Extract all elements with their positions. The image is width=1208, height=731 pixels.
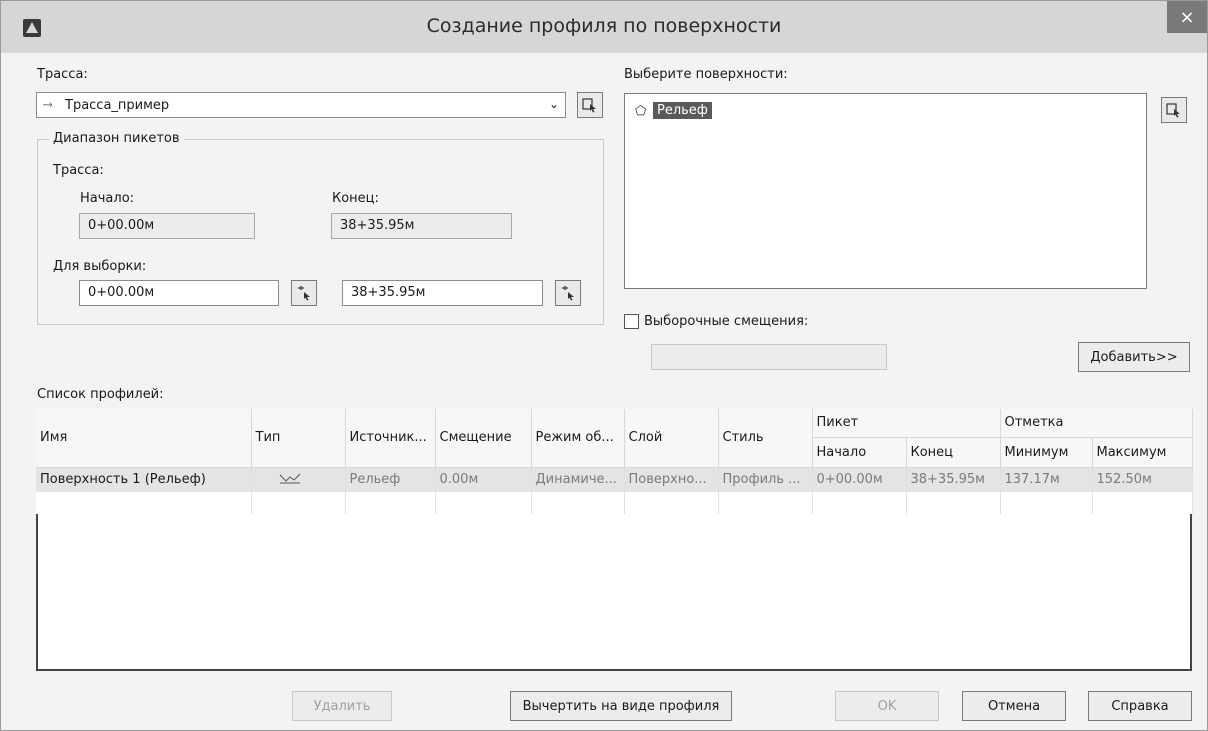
cell-elevation-max: 152.50м — [1092, 467, 1193, 492]
alignment-label: Трасса: — [37, 67, 88, 82]
cell-source: Рельеф — [345, 467, 436, 492]
cell-station-start: 0+00.00м — [812, 467, 907, 492]
sample-end-input[interactable]: 38+35.95м — [342, 280, 543, 306]
profile-list-table: Имя Тип Источник... Смещение Режим об...… — [36, 409, 1193, 514]
pick-station-icon — [562, 286, 574, 301]
cell-elevation-min: 137.17м — [1000, 467, 1093, 492]
pick-sample-start-button[interactable] — [291, 280, 317, 306]
col-elevation-group-header: Отметка — [1000, 409, 1193, 438]
profile-list-label: Список профилей: — [37, 387, 164, 402]
pick-sample-end-button[interactable] — [555, 280, 581, 306]
sample-start-input[interactable]: 0+00.00м — [79, 280, 279, 306]
delete-button[interactable]: Удалить — [292, 691, 392, 721]
cell-name: Поверхность 1 (Рельеф) — [36, 467, 252, 492]
table-row[interactable]: Поверхность 1 (Рельеф) Рельеф 0.00м Дина… — [36, 467, 1193, 492]
dialog-title: Создание профиля по поверхности — [426, 15, 782, 37]
cell-mode: Динамиче... — [531, 467, 625, 492]
col-source-header[interactable]: Источник... — [345, 409, 436, 468]
chevron-down-icon: ⌄ — [548, 97, 559, 111]
offsets-checkbox[interactable] — [624, 314, 639, 329]
col-elevation-max-header[interactable]: Максимум — [1092, 437, 1193, 468]
profile-type-icon — [279, 473, 300, 483]
pick-from-drawing-icon — [1166, 103, 1180, 118]
cancel-button[interactable]: Отмена — [962, 691, 1066, 721]
close-button[interactable]: × — [1167, 1, 1207, 33]
surfaces-label: Выберите поверхности: — [624, 67, 788, 82]
col-style-header[interactable]: Стиль — [718, 409, 813, 468]
cell-station-end: 38+35.95м — [906, 467, 1001, 492]
col-type-header[interactable]: Тип — [251, 409, 346, 468]
surface-item-label: Рельеф — [653, 102, 712, 119]
draw-in-profile-view-button[interactable]: Вычертить на виде профиля — [510, 691, 732, 721]
end-station-field: 38+35.95м — [331, 213, 512, 239]
col-layer-header[interactable]: Слой — [624, 409, 719, 468]
range-alignment-label: Трасса: — [53, 163, 104, 178]
surface-item[interactable]: ⬠ Рельеф — [635, 102, 712, 119]
station-range-legend: Диапазон пикетов — [49, 131, 184, 146]
surface-icon: ⬠ — [635, 103, 647, 119]
add-button[interactable]: Добавить>> — [1078, 342, 1190, 372]
start-station-field: 0+00.00м — [79, 213, 255, 239]
pick-station-icon — [298, 286, 310, 301]
table-row-empty — [36, 491, 1193, 514]
cell-offset: 0.00м — [435, 467, 532, 492]
pick-surface-button[interactable] — [1161, 97, 1187, 123]
title-bar[interactable]: Создание профиля по поверхности × — [1, 1, 1207, 53]
alignment-icon: ⤑ — [43, 97, 53, 111]
col-station-start-header[interactable]: Начало — [812, 437, 907, 468]
col-station-group-header: Пикет — [812, 409, 1001, 438]
help-button[interactable]: Справка — [1088, 691, 1192, 721]
col-mode-header[interactable]: Режим об... — [531, 409, 625, 468]
pick-alignment-button[interactable] — [577, 92, 603, 118]
col-elevation-min-header[interactable]: Минимум — [1000, 437, 1093, 468]
cell-layer: Поверхно... — [624, 467, 719, 492]
col-station-end-header[interactable]: Конец — [906, 437, 1001, 468]
col-offset-header[interactable]: Смещение — [435, 409, 532, 468]
end-label: Конец: — [332, 191, 379, 206]
alignment-value: Трасса_пример — [65, 98, 170, 113]
cell-style: Профиль ... — [718, 467, 813, 492]
ok-button[interactable]: OK — [835, 691, 939, 721]
sample-label: Для выборки: — [53, 259, 147, 274]
surfaces-list[interactable]: ⬠ Рельеф — [624, 93, 1147, 289]
alignment-dropdown[interactable]: ⤑ Трасса_пример ⌄ — [36, 92, 566, 118]
dialog-window: Создание профиля по поверхности × Трасса… — [0, 0, 1208, 731]
offsets-input — [651, 344, 887, 370]
cell-type — [251, 467, 346, 492]
col-name-header[interactable]: Имя — [36, 409, 252, 468]
offsets-label: Выборочные смещения: — [644, 314, 809, 329]
pick-from-drawing-icon — [582, 98, 596, 113]
start-label: Начало: — [80, 191, 135, 206]
